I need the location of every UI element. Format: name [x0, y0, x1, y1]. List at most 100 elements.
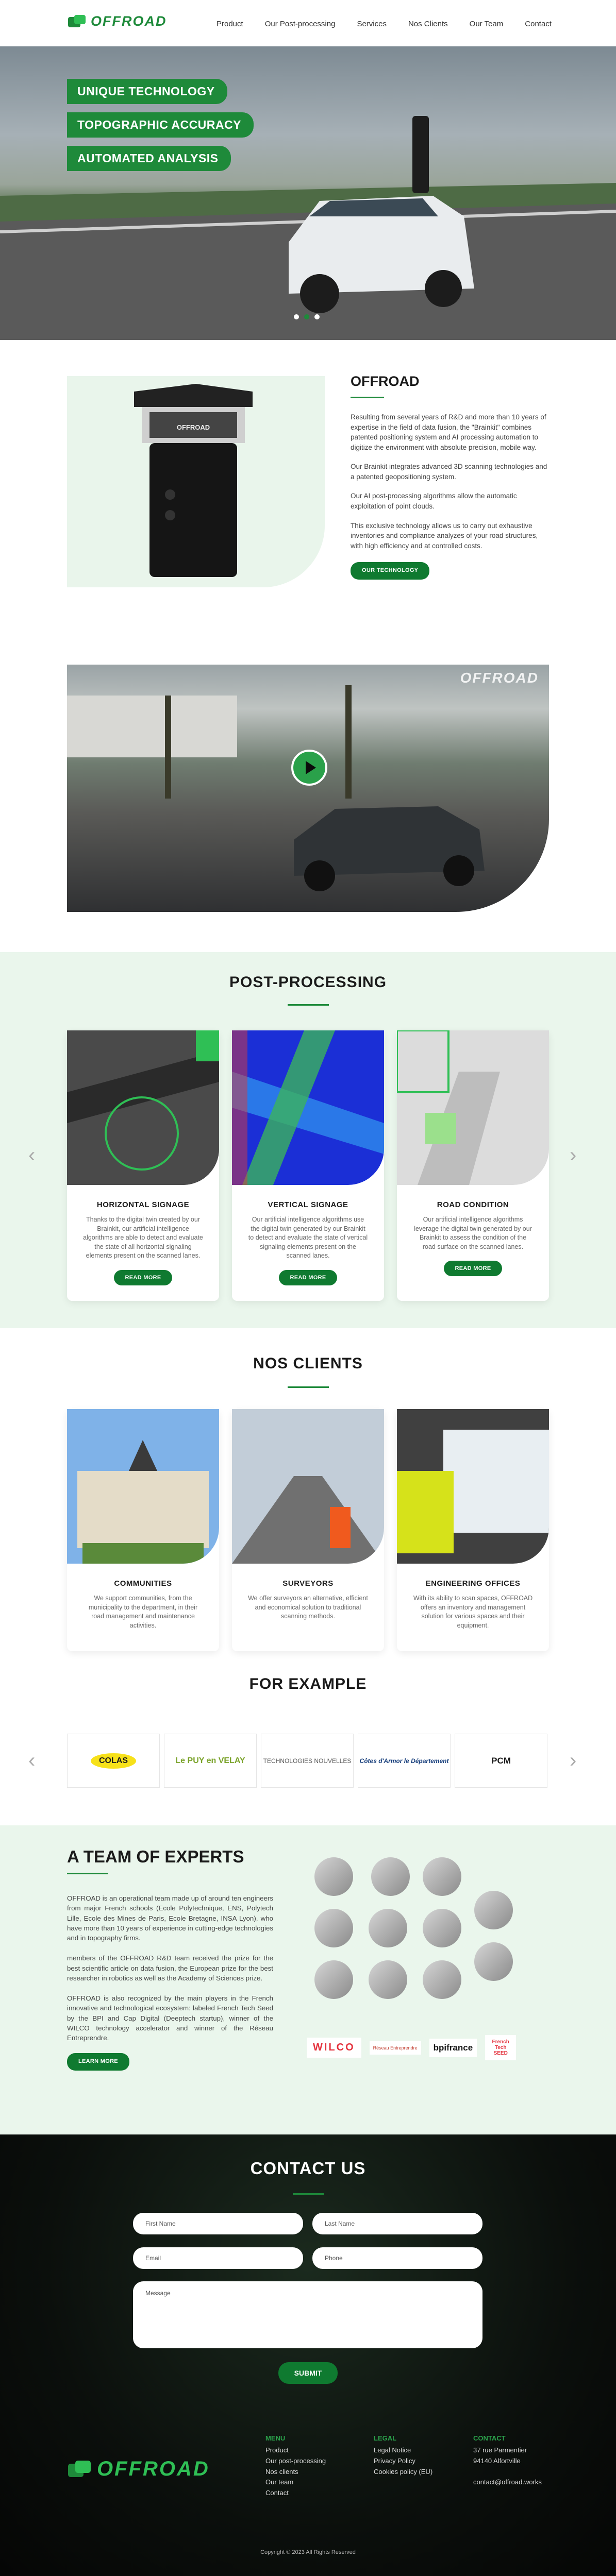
email-field[interactable]: Email [133, 2247, 303, 2269]
partner-logo-french-tech-seed: French Tech SEED [485, 2035, 517, 2060]
team-member-avatar [474, 1942, 513, 1981]
communities-image [67, 1409, 219, 1564]
last-name-field[interactable]: Last Name [312, 2213, 482, 2234]
service-card-horizontal-signage: HORIZONTAL SIGNAGE Thanks to the digital… [67, 1030, 219, 1301]
logos-prev-arrow[interactable]: ‹ [28, 1749, 35, 1772]
logos-next-arrow[interactable]: › [570, 1749, 576, 1772]
nav-item-product[interactable]: Product [217, 20, 243, 28]
first-name-field[interactable]: First Name [133, 2213, 303, 2234]
example-title: FOR EXAMPLE [249, 1675, 367, 1692]
read-more-button[interactable]: READ MORE [278, 1269, 338, 1285]
client-card-engineering: ENGINEERING OFFICES With its ability to … [397, 1409, 549, 1651]
client-logo-cotes-armor: Côtes d'Armor le Département [358, 1734, 451, 1788]
logo-icon [68, 14, 86, 27]
contact-title: CONTACT US [250, 2159, 366, 2178]
client-logo-colas: COLAS [67, 1734, 160, 1788]
about-paragraph: Our AI post-processing algorithms allow … [351, 492, 517, 510]
vertical-signage-image [232, 1030, 384, 1185]
submit-button[interactable]: SUBMIT [278, 2362, 338, 2384]
brand-name: OFFROAD [91, 13, 167, 29]
footer-link-contact[interactable]: Contact [265, 2488, 326, 2499]
footer-link-clients[interactable]: Nos clients [265, 2467, 326, 2478]
horizontal-signage-image [67, 1030, 219, 1185]
engineering-image [397, 1409, 549, 1564]
play-button[interactable] [291, 750, 327, 786]
product-video[interactable]: OFFROAD [67, 665, 549, 912]
footer-legal-title: LEGAL [374, 2434, 397, 2442]
card-title: HORIZONTAL SIGNAGE [96, 1200, 190, 1209]
slider-dots [294, 314, 320, 319]
team-title-underline [67, 1873, 108, 1874]
footer-address-line: 37 rue Parmentier [473, 2446, 527, 2454]
about-paragraph: Our Brainkit integrates advanced 3D scan… [351, 463, 547, 481]
footer-link-legal-notice[interactable]: Legal Notice [374, 2445, 432, 2456]
footer-link-product[interactable]: Product [265, 2445, 326, 2456]
footer-contact: CONTACT 37 rue Parmentier 94140 Alfortvi… [473, 2434, 542, 2487]
footer-link-cookies-policy[interactable]: Cookies policy (EU) [374, 2467, 432, 2478]
footer-brand-name: OFFROAD [97, 2458, 210, 2480]
message-field[interactable]: Message [133, 2281, 482, 2348]
team-member-avatar [423, 1960, 461, 1999]
main-nav: Product Our Post-processing Services Nos… [217, 20, 552, 28]
footer-link-team[interactable]: Our team [265, 2477, 326, 2488]
site-header: OFFROAD Product Our Post-processing Serv… [0, 0, 616, 46]
about-paragraph: Resulting from several years of R&D and … [351, 413, 546, 451]
slider-dot-1[interactable] [294, 314, 299, 319]
brand-logo[interactable]: OFFROAD [67, 13, 167, 29]
team-member-avatar [369, 1909, 407, 1947]
hero-tag-topographic-accuracy: TOPOGRAPHIC ACCURACY [67, 112, 254, 138]
client-logo-le-puy: Le PUY en VELAY [164, 1734, 257, 1788]
footer-link-privacy-policy[interactable]: Privacy Policy [374, 2456, 432, 2467]
hero-tag-unique-technology: UNIQUE TECHNOLOGY [67, 79, 227, 104]
team-paragraph: members of the OFFROAD R&D team received… [67, 1954, 273, 1982]
team-member-avatar [474, 1891, 513, 1929]
slider-dot-3[interactable] [314, 314, 320, 319]
team-member-avatar [423, 1909, 461, 1947]
nav-item-post-processing[interactable]: Our Post-processing [265, 20, 336, 28]
device-label: OFFROAD [177, 423, 210, 431]
nav-item-team[interactable]: Our Team [470, 20, 504, 28]
nav-item-contact[interactable]: Contact [525, 20, 552, 28]
carousel-prev-arrow[interactable]: ‹ [28, 1144, 35, 1167]
client-logo-technologies-nouvelles: TECHNOLOGIES NOUVELLES [261, 1734, 354, 1788]
footer-address-line: 94140 Alfortville [473, 2456, 521, 2465]
video-watermark: OFFROAD [460, 670, 539, 686]
nav-item-services[interactable]: Services [357, 20, 387, 28]
carousel-next-arrow[interactable]: › [570, 1144, 576, 1167]
card-text: Our artificial intelligence algorithms l… [414, 1216, 532, 1250]
footer-menu: MENU Product Our post-processing Nos cli… [265, 2434, 326, 2499]
logo-icon [68, 2460, 91, 2477]
team-member-avatar [314, 1960, 353, 1999]
hero-tag-automated-analysis: AUTOMATED ANALYSIS [67, 146, 231, 171]
learn-more-button[interactable]: LEARN MORE [67, 2053, 129, 2071]
surveyors-image [232, 1409, 384, 1564]
service-card-vertical-signage: VERTICAL SIGNAGE Our artificial intellig… [232, 1030, 384, 1301]
client-card-communities: COMMUNITIES We support communities, from… [67, 1409, 219, 1651]
team-member-avatar [314, 1857, 353, 1896]
read-more-button[interactable]: READ MORE [443, 1261, 503, 1276]
footer-email[interactable]: contact@offroad.works [473, 2477, 542, 2488]
footer-logo[interactable]: OFFROAD [67, 2458, 210, 2481]
nav-item-clients[interactable]: Nos Clients [408, 20, 448, 28]
slider-dot-2[interactable] [304, 314, 309, 319]
about-text: Resulting from several years of R&D and … [351, 412, 552, 580]
team-paragraph: OFFROAD is an operational team made up o… [67, 1894, 273, 1942]
team-member-avatar [314, 1909, 353, 1947]
card-title: VERTICAL SIGNAGE [268, 1200, 348, 1209]
read-more-button[interactable]: READ MORE [113, 1269, 173, 1285]
client-card-surveyors: SURVEYORS We offer surveyors an alternat… [232, 1409, 384, 1651]
client-logo-pcm: PCM [455, 1734, 547, 1788]
phone-field[interactable]: Phone [312, 2247, 482, 2269]
partner-logo-wilco: WILCO [307, 2038, 361, 2058]
card-text: With its ability to scan spaces, OFFROAD… [413, 1595, 533, 1629]
clients-underline [0, 1379, 616, 1388]
card-text: We support communities, from the municip… [88, 1595, 198, 1629]
contact-section [0, 2134, 616, 2576]
partner-logo-reseau-entreprendre: Réseau Entreprendre [369, 2041, 421, 2055]
footer-link-post-processing[interactable]: Our post-processing [265, 2456, 326, 2467]
card-text: We offer surveyors an alternative, effic… [248, 1595, 368, 1620]
road-condition-image [397, 1030, 549, 1185]
our-technology-button[interactable]: OUR TECHNOLOGY [351, 562, 430, 580]
card-title: ENGINEERING OFFICES [425, 1579, 521, 1588]
team-member-avatar [371, 1857, 410, 1896]
